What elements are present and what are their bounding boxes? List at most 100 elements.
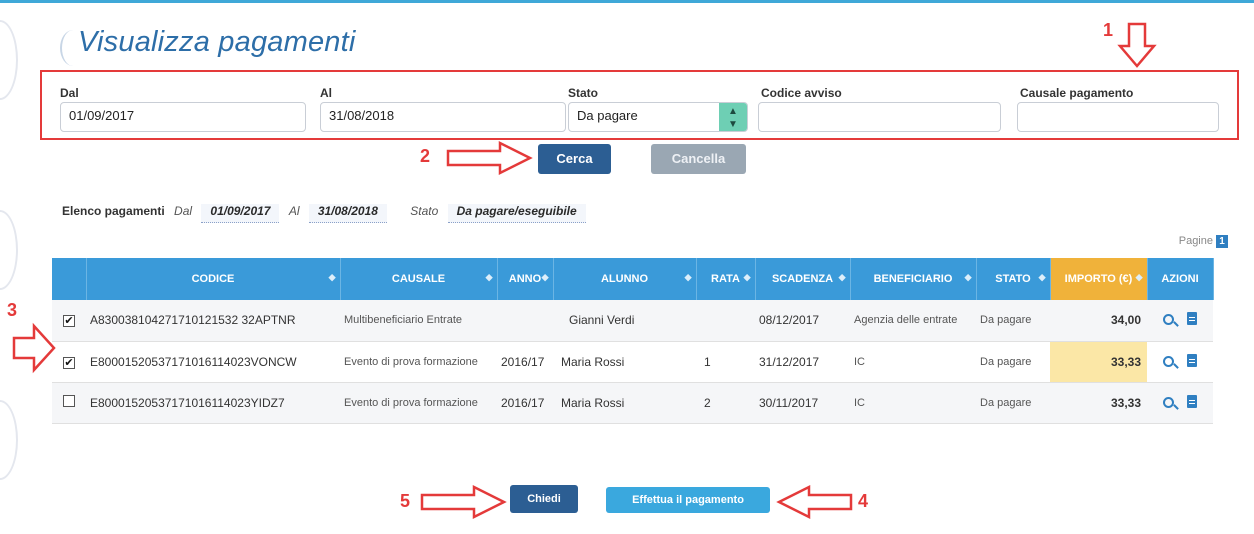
sort-icon: ◆ [485,272,493,282]
beneficiario-header-label: BENEFICIARIO [873,273,953,285]
codice-avviso-input[interactable] [758,102,1001,132]
document-icon[interactable] [1187,312,1198,326]
cancella-button[interactable]: Cancella [651,144,746,174]
beneficiario-cell: IC [850,382,976,424]
annotation-number-3: 3 [7,300,18,320]
stato-select-value: Da pagare [577,108,638,123]
stato-header[interactable]: STATO ◆ [976,258,1051,300]
codice-avviso-label: Codice avviso [761,86,842,100]
codice-header[interactable]: CODICE ◆ [86,258,341,300]
document-icon[interactable] [1187,394,1198,408]
annotation-number-5: 5 [400,491,411,511]
azioni-header: AZIONI [1147,258,1214,300]
codice-cell: E80001520537171016114023YIDZ7 [86,382,340,424]
annotation-number-2: 2 [420,146,431,166]
summary-al-value: 31/08/2018 [308,204,387,223]
chiedi-button[interactable]: Chiedi [510,485,578,513]
importo-cell: 33,33 [1050,382,1147,424]
table-row: ✔ E80001520537171016114023VONCW Evento d… [52,341,1213,383]
summary-dal-label: Dal [174,204,193,218]
codice-cell: E80001520537171016114023VONCW [86,341,340,383]
row-checkbox[interactable] [63,395,75,407]
page-1-link[interactable]: 1 [1216,235,1228,248]
stato-cell: Da pagare [976,300,1050,342]
causale-cell: Evento di prova formazione [340,341,497,383]
importo-header-label: IMPORTO (€) [1064,273,1133,285]
causale-cell: Evento di prova formazione [340,382,497,424]
scadenza-header[interactable]: SCADENZA ◆ [755,258,851,300]
rata-header-label: RATA [711,273,740,285]
annotation-arrow-right [446,140,533,176]
rata-cell: 1 [696,341,755,383]
top-accent-line [0,0,1254,3]
pagamenti-table: CODICE ◆ CAUSALE ◆ ANNO ◆ ALUNNO ◆ RATA ◆ SCA… [52,258,1214,424]
select-column-header [52,258,87,300]
stato-cell: Da pagare [976,382,1050,424]
annotation-arrow-left [776,484,853,520]
importo-header[interactable]: IMPORTO (€) ◆ [1050,258,1148,300]
select-arrows-icon[interactable]: ▲ ▼ [719,103,747,131]
azioni-header-label: AZIONI [1161,273,1199,285]
importo-cell: 33,33 [1050,341,1147,383]
search-icon[interactable] [1162,314,1174,326]
annotation-arrow-right-5 [420,484,507,520]
search-icon[interactable] [1162,355,1174,367]
dal-label: Dal [60,86,79,100]
anno-cell [497,300,553,342]
beneficiario-header[interactable]: BENEFICIARIO ◆ [850,258,977,300]
alunno-header[interactable]: ALUNNO ◆ [553,258,697,300]
left-decoration [0,20,30,520]
sort-icon: ◆ [541,272,549,282]
al-label: Al [320,86,332,100]
importo-cell: 34,00 [1050,300,1147,342]
rata-cell [696,300,755,342]
pagination-label: Pagine [1178,235,1213,247]
causale-header[interactable]: CAUSALE ◆ [340,258,498,300]
row-checkbox[interactable]: ✔ [63,356,75,369]
search-icon[interactable] [1162,396,1174,408]
scadenza-cell: 31/12/2017 [755,341,850,383]
stato-cell: Da pagare [976,341,1050,383]
scadenza-header-label: SCADENZA [771,273,834,285]
alunno-cell: Gianni Verdi [553,300,696,342]
alunno-cell: Maria Rossi [553,341,696,383]
codice-cell: A830038104271710121532 32APTNR [86,300,340,342]
page-title: Visualizza pagamenti [78,26,356,58]
annotation-arrow-down [1117,22,1157,68]
alunno-cell: Maria Rossi [553,382,696,424]
stato-header-label: STATO [995,273,1031,285]
filter-panel: Dal 01/09/2017 Al 31/08/2018 Stato Da pa… [40,70,1239,140]
sort-icon: ◆ [964,272,972,282]
row-checkbox-cell: ✔ [52,300,86,342]
sort-icon: ◆ [838,272,846,282]
cerca-button[interactable]: Cerca [538,144,611,174]
azioni-cell [1147,341,1213,383]
summary-stato-label: Stato [410,204,439,218]
sort-icon: ◆ [1038,272,1046,282]
scadenza-cell: 30/11/2017 [755,382,850,424]
stato-select[interactable]: Da pagare ▲ ▼ [568,102,748,132]
codice-header-label: CODICE [191,273,235,285]
row-checkbox-cell [52,382,86,424]
summary-label: Elenco pagamenti [62,204,165,218]
stato-label: Stato [568,86,598,100]
row-checkbox[interactable]: ✔ [63,315,75,328]
anno-cell: 2016/17 [497,341,553,383]
annotation-arrow-right-3 [12,322,56,374]
sort-icon: ◆ [684,272,692,282]
rata-header[interactable]: RATA ◆ [696,258,756,300]
sort-icon: ◆ [328,272,336,282]
pagination: Pagine 1 [1179,235,1228,248]
sort-icon: ◆ [743,272,751,282]
effettua-pagamento-button[interactable]: Effettua il pagamento [606,487,770,513]
anno-header[interactable]: ANNO ◆ [497,258,554,300]
annotation-number-4: 4 [858,491,869,511]
al-date-input[interactable]: 31/08/2018 [320,102,566,132]
document-icon[interactable] [1187,353,1198,367]
dal-date-input[interactable]: 01/09/2017 [60,102,306,132]
scadenza-cell: 08/12/2017 [755,300,850,342]
summary-stato-value: Da pagare/eseguibile [447,204,586,223]
table-row: E80001520537171016114023YIDZ7 Evento di … [52,382,1213,424]
causale-header-label: CAUSALE [391,273,446,285]
causale-pagamento-input[interactable] [1017,102,1219,132]
